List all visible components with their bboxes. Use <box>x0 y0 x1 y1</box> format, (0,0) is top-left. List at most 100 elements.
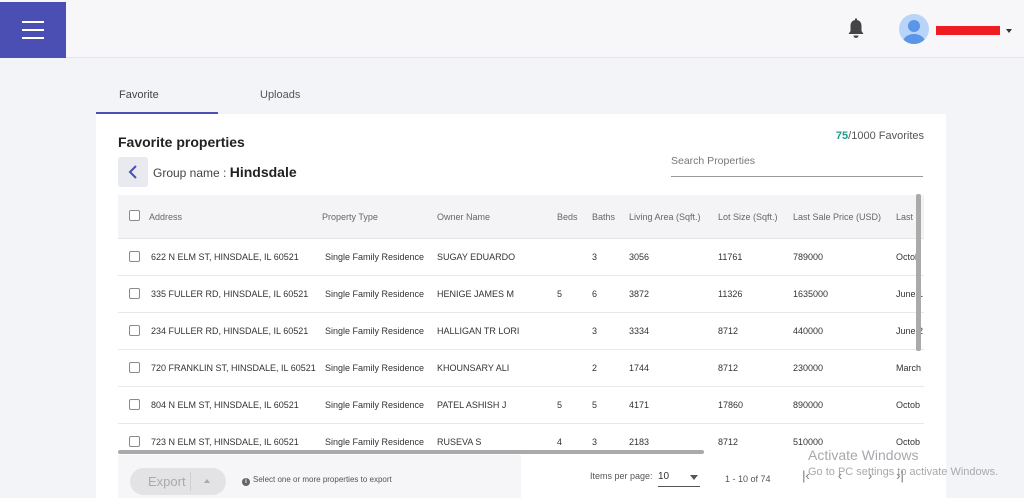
address-cell: 804 N ELM ST, HINSDALE, IL 60521 <box>151 400 299 410</box>
table-header: Address Property Type Owner Name Beds Ba… <box>118 195 924 239</box>
beds-cell: 5 <box>557 400 563 410</box>
address-cell: 234 FULLER RD, HINSDALE, IL 60521 <box>151 326 309 336</box>
table-footer: Export i Select one or more properties to… <box>118 455 924 498</box>
property-type-cell: Single Family Residence <box>325 363 425 373</box>
address-cell: 720 FRANKLIN ST, HINSDALE, IL 60521 <box>151 363 316 373</box>
row-checkbox[interactable] <box>129 288 140 299</box>
caret-up-icon[interactable] <box>204 479 210 483</box>
row-checkbox[interactable] <box>129 399 140 410</box>
top-bar: username <box>0 0 1024 58</box>
favorites-total: /1000 Favorites <box>848 130 924 142</box>
export-divider <box>190 472 191 491</box>
living-area-cell: 3056 <box>629 252 650 262</box>
export-button[interactable]: Export <box>130 468 226 495</box>
items-per-page-value: 10 <box>658 471 670 482</box>
column-header-lot-size[interactable]: Lot Size (Sqft.) <box>718 212 778 222</box>
tab-favorite-groups[interactable]: Favorite Groups <box>119 84 159 123</box>
favorites-counter: 75/1000 Favorites <box>836 130 924 142</box>
living-area-cell: 1744 <box>629 363 650 373</box>
back-button[interactable] <box>118 157 148 187</box>
table-row[interactable]: 720 FRANKLIN ST, HINSDALE, IL 60521 Sing… <box>118 350 924 387</box>
column-header-baths[interactable]: Baths <box>592 212 615 222</box>
table-row[interactable]: 335 FULLER RD, HINSDALE, IL 60521 Single… <box>118 276 924 313</box>
baths-cell: 2 <box>592 363 598 373</box>
group-name-label: Group name : <box>153 166 230 180</box>
price-cell: 890000 <box>793 400 824 410</box>
address-cell: 335 FULLER RD, HINSDALE, IL 60521 <box>151 289 309 299</box>
favorites-card: Favorite properties 75/1000 Favorites Gr… <box>96 114 946 498</box>
page-title: Favorite properties <box>118 134 245 150</box>
row-checkbox[interactable] <box>129 362 140 373</box>
table-row[interactable]: 804 N ELM ST, HINSDALE, IL 60521 Single … <box>118 387 924 424</box>
baths-cell: 6 <box>592 289 598 299</box>
price-cell: 789000 <box>793 252 824 262</box>
row-checkbox[interactable] <box>129 436 140 447</box>
username-redacted[interactable]: username <box>936 26 1000 35</box>
table-row[interactable]: 234 FULLER RD, HINSDALE, IL 60521 Single… <box>118 313 924 350</box>
chevron-down-icon <box>690 475 698 480</box>
items-per-page-select[interactable]: 10 <box>658 467 700 487</box>
beds-cell: 5 <box>557 289 563 299</box>
user-avatar-icon[interactable] <box>899 14 929 44</box>
windows-activation-watermark: Activate Windows Go to PC settings to ac… <box>808 447 998 481</box>
hamburger-menu-icon[interactable] <box>0 2 66 58</box>
baths-cell: 3 <box>592 437 598 447</box>
row-checkbox[interactable] <box>129 251 140 262</box>
items-per-page-label: Items per page: <box>590 471 653 481</box>
column-header-living-area[interactable]: Living Area (Sqft.) <box>629 212 701 222</box>
lot-size-cell: 11326 <box>718 289 743 299</box>
living-area-cell: 3334 <box>629 326 650 336</box>
beds-cell: 4 <box>557 437 563 447</box>
property-type-cell: Single Family Residence <box>325 289 425 299</box>
living-area-cell: 2183 <box>629 437 650 447</box>
bell-icon[interactable] <box>846 18 866 40</box>
row-checkbox[interactable] <box>129 325 140 336</box>
column-header-address[interactable]: Address <box>149 212 182 222</box>
property-type-cell: Single Family Residence <box>325 437 425 447</box>
table-row[interactable]: 622 N ELM ST, HINSDALE, IL 60521 Single … <box>118 239 924 276</box>
export-hint-text: Select one or more properties to export <box>253 475 392 484</box>
lot-size-cell: 8712 <box>718 363 739 373</box>
owner-cell: KHOUNSARY ALI <box>437 363 510 373</box>
owner-cell: PATEL ASHISH J <box>437 400 507 410</box>
sale-date-cell: March <box>896 363 922 373</box>
group-name-row: Group name : Hindsdale <box>153 164 297 180</box>
horizontal-scrollbar[interactable] <box>118 450 704 454</box>
living-area-cell: 4171 <box>629 400 650 410</box>
owner-cell: SUGAY EDUARDO <box>437 252 516 262</box>
page-range: 1 - 10 of 74 <box>725 474 771 484</box>
select-all-checkbox[interactable] <box>129 210 140 221</box>
price-cell: 510000 <box>793 437 824 447</box>
export-label: Export <box>148 474 186 489</box>
column-header-owner-name[interactable]: Owner Name <box>437 212 490 222</box>
lot-size-cell: 8712 <box>718 437 739 447</box>
caret-down-icon[interactable] <box>1006 29 1012 33</box>
address-cell: 723 N ELM ST, HINSDALE, IL 60521 <box>151 437 299 447</box>
price-cell: 440000 <box>793 326 824 336</box>
baths-cell: 5 <box>592 400 598 410</box>
owner-cell: RUSEVA S <box>437 437 482 447</box>
watermark-subtitle: Go to PC settings to activate Windows. <box>808 466 999 478</box>
watermark-title: Activate Windows <box>808 447 919 463</box>
group-name-value: Hindsdale <box>229 164 297 180</box>
owner-cell: HENIGE JAMES M <box>437 289 515 299</box>
search-input[interactable] <box>671 146 923 177</box>
living-area-cell: 3872 <box>629 289 650 299</box>
column-header-beds[interactable]: Beds <box>557 212 578 222</box>
sale-date-cell: Octob <box>896 437 921 447</box>
address-cell: 622 N ELM ST, HINSDALE, IL 60521 <box>151 252 299 262</box>
sale-date-cell: Octob <box>896 400 921 410</box>
property-type-cell: Single Family Residence <box>325 252 425 262</box>
lot-size-cell: 11761 <box>718 252 743 262</box>
vertical-scrollbar[interactable] <box>916 194 921 351</box>
properties-table: Address Property Type Owner Name Beds Ba… <box>118 195 924 455</box>
lot-size-cell: 8712 <box>718 326 739 336</box>
export-hint: i Select one or more properties to export <box>242 475 392 486</box>
price-cell: 230000 <box>793 363 824 373</box>
baths-cell: 3 <box>592 252 598 262</box>
favorites-used: 75 <box>835 130 849 142</box>
tab-uploads[interactable]: Uploads <box>260 84 300 114</box>
price-cell: 1635000 <box>793 289 829 299</box>
column-header-property-type[interactable]: Property Type <box>322 212 378 222</box>
column-header-last-sale-price[interactable]: Last Sale Price (USD) <box>793 212 881 222</box>
